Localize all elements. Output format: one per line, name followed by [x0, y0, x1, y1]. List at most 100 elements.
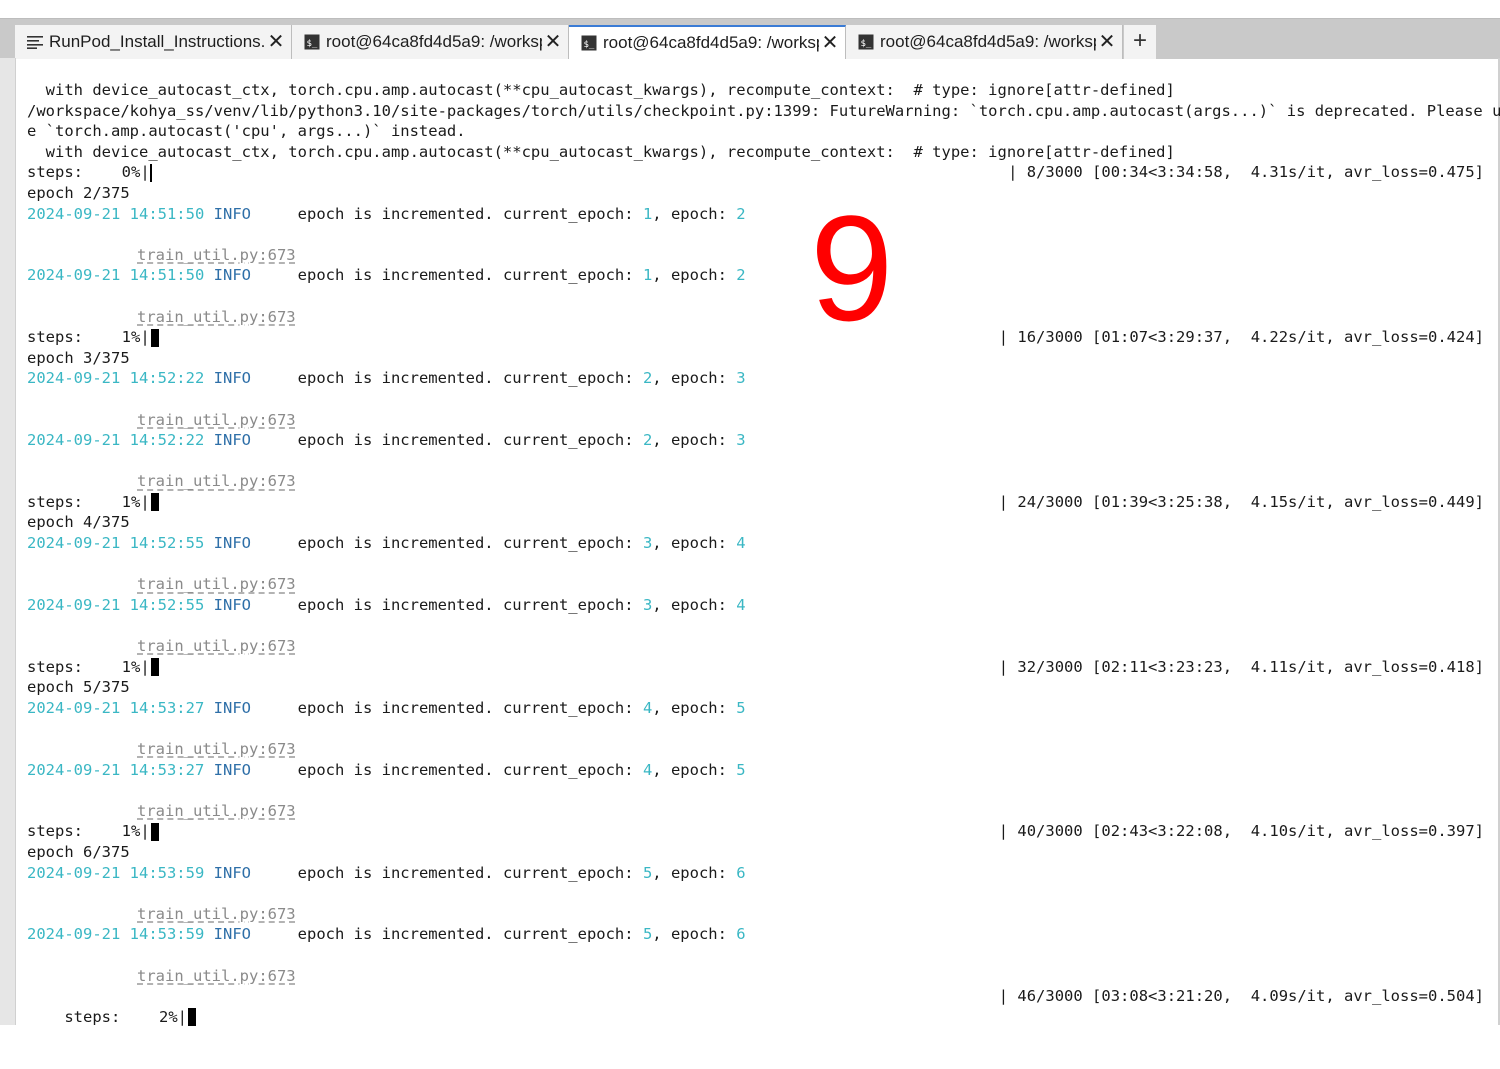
log-timestamp: 2024-09-21 14:52:55 — [27, 534, 205, 553]
log-level: INFO — [213, 204, 251, 223]
log-level: INFO — [213, 863, 251, 882]
log-timestamp: 2024-09-21 14:51:50 — [27, 204, 205, 223]
log-timestamp: 2024-09-21 14:52:22 — [27, 369, 205, 388]
source-link[interactable]: train_util.py:673 — [137, 472, 296, 490]
steps-label: steps: — [27, 657, 93, 676]
log-level: INFO — [213, 534, 251, 553]
source-link[interactable]: train_util.py:673 — [137, 411, 296, 429]
epoch-value: 4 — [736, 595, 746, 614]
tab-label: RunPod_Install_Instructions.t — [49, 32, 265, 51]
tab-bar: RunPod_Install_Instructions.t ✕ $_ root@… — [0, 18, 1500, 59]
epoch-value: 4 — [736, 534, 746, 553]
source-line: train_util.py:673 — [27, 966, 1487, 987]
steps-percent: 1% — [121, 328, 141, 347]
steps-line: steps: 1%| | 40/3000 [02:43<3:22:08, 4.10… — [27, 822, 1484, 841]
source-line: train_util.py:673 — [27, 307, 1487, 328]
log-level: INFO — [213, 369, 251, 388]
log-line: 2024-09-21 14:51:50 INFO epoch is increm… — [27, 204, 1487, 225]
source-link[interactable]: train_util.py:673 — [137, 905, 296, 923]
log-timestamp: 2024-09-21 14:53:27 — [27, 698, 205, 717]
epoch-line: epoch 4/375 — [27, 513, 130, 532]
steps-percent: 2% — [158, 1007, 178, 1026]
steps-percent: 0% — [121, 163, 141, 182]
current-epoch-value: 4 — [642, 698, 653, 717]
steps-line: steps: 1%| | 32/3000 [02:11<3:23:23, 4.11… — [27, 657, 1484, 677]
log-timestamp: 2024-09-21 14:52:22 — [27, 431, 205, 450]
source-link[interactable]: train_util.py:673 — [137, 308, 296, 326]
new-tab-button[interactable]: + — [1124, 25, 1156, 59]
terminal-icon: $_ — [858, 34, 874, 50]
steps-stats: | 8/3000 [00:34<3:34:58, 4.31s/it, avr_l… — [1008, 163, 1484, 182]
log-epoch-label: , epoch: — [652, 595, 737, 614]
steps-label: steps: — [27, 328, 93, 347]
progress-cursor — [150, 822, 159, 841]
steps-stats: | 24/3000 [01:39<3:25:38, 4.15s/it, avr_… — [998, 492, 1484, 511]
epoch-line: epoch 6/375 — [27, 842, 130, 861]
close-icon[interactable]: ✕ — [821, 33, 839, 53]
progress-cursor — [188, 1008, 196, 1027]
steps-line: steps: 2%| | 46/3000 [03:08<3:21:20, 4.0… — [64, 987, 1484, 1027]
log-timestamp: 2024-09-21 14:52:55 — [27, 595, 205, 614]
current-epoch-value: 5 — [642, 925, 653, 944]
steps-line: steps: 1%| | 16/3000 [01:07<3:29:37, 4.22… — [27, 328, 1484, 347]
log-level: INFO — [213, 925, 251, 944]
log-message: epoch is incremented. current_epoch: — [297, 266, 643, 285]
log-message: epoch is incremented. current_epoch: — [297, 925, 643, 944]
log-line: 2024-09-21 14:52:22 INFO epoch is increm… — [27, 430, 1487, 451]
current-epoch-value: 5 — [642, 863, 653, 882]
source-line: train_util.py:673 — [27, 801, 1487, 822]
current-epoch-value: 2 — [642, 431, 653, 450]
terminal-output[interactable]: with device_autocast_ctx, torch.cpu.amp.… — [27, 80, 1500, 1027]
source-link[interactable]: train_util.py:673 — [137, 740, 296, 758]
source-link[interactable]: train_util.py:673 — [137, 637, 296, 655]
document-icon — [27, 34, 43, 50]
svg-text:$_: $_ — [861, 39, 872, 49]
source-line: train_util.py:673 — [27, 904, 1487, 925]
log-level: INFO — [213, 595, 251, 614]
tab-terminal-2[interactable]: $_ root@64ca8fd4d5a9: /worksp ✕ — [569, 25, 846, 59]
log-epoch-label: , epoch: — [652, 698, 737, 717]
log-level: INFO — [213, 698, 251, 717]
tab-terminal-3[interactable]: $_ root@64ca8fd4d5a9: /worksp ✕ — [846, 25, 1123, 59]
close-icon[interactable]: ✕ — [544, 32, 562, 52]
log-epoch-label: , epoch: — [652, 431, 737, 450]
source-link[interactable]: train_util.py:673 — [137, 802, 296, 820]
epoch-value: 3 — [736, 431, 746, 450]
tab-runpod-instructions[interactable]: RunPod_Install_Instructions.t ✕ — [15, 25, 292, 59]
epoch-line: epoch 2/375 — [27, 183, 130, 202]
current-epoch-value: 3 — [642, 534, 653, 553]
log-message: epoch is incremented. current_epoch: — [297, 698, 643, 717]
tab-terminal-1[interactable]: $_ root@64ca8fd4d5a9: /worksp ✕ — [292, 25, 569, 59]
source-link[interactable]: train_util.py:673 — [137, 575, 296, 593]
source-link[interactable]: train_util.py:673 — [137, 967, 296, 985]
terminal-line: /workspace/kohya_ss/venv/lib/python3.10/… — [27, 101, 1500, 120]
terminal-icon: $_ — [304, 34, 320, 50]
log-message: epoch is incremented. current_epoch: — [297, 534, 643, 553]
steps-label: steps: — [27, 822, 93, 841]
log-line: 2024-09-21 14:52:22 INFO epoch is increm… — [27, 368, 1487, 389]
close-icon[interactable]: ✕ — [1098, 32, 1116, 52]
progress-cursor — [150, 658, 159, 677]
log-epoch-label: , epoch: — [652, 266, 737, 285]
epoch-line: epoch 3/375 — [27, 348, 130, 367]
progress-cursor — [150, 328, 159, 347]
log-message: epoch is incremented. current_epoch: — [297, 204, 643, 223]
log-epoch-label: , epoch: — [652, 534, 737, 553]
log-line: 2024-09-21 14:53:59 INFO epoch is increm… — [27, 863, 1487, 884]
log-epoch-label: , epoch: — [652, 863, 737, 882]
steps-stats: | 40/3000 [02:43<3:22:08, 4.10s/it, avr_… — [998, 822, 1484, 841]
tab-label: root@64ca8fd4d5a9: /worksp — [326, 32, 542, 51]
steps-percent: 1% — [121, 822, 141, 841]
close-icon[interactable]: ✕ — [267, 32, 285, 52]
source-link[interactable]: train_util.py:673 — [137, 246, 296, 264]
steps-stats: | 16/3000 [01:07<3:29:37, 4.22s/it, avr_… — [998, 328, 1484, 347]
current-epoch-value: 2 — [642, 369, 653, 388]
svg-text:$_: $_ — [307, 39, 318, 49]
terminal-line: with device_autocast_ctx, torch.cpu.amp.… — [27, 81, 1175, 99]
